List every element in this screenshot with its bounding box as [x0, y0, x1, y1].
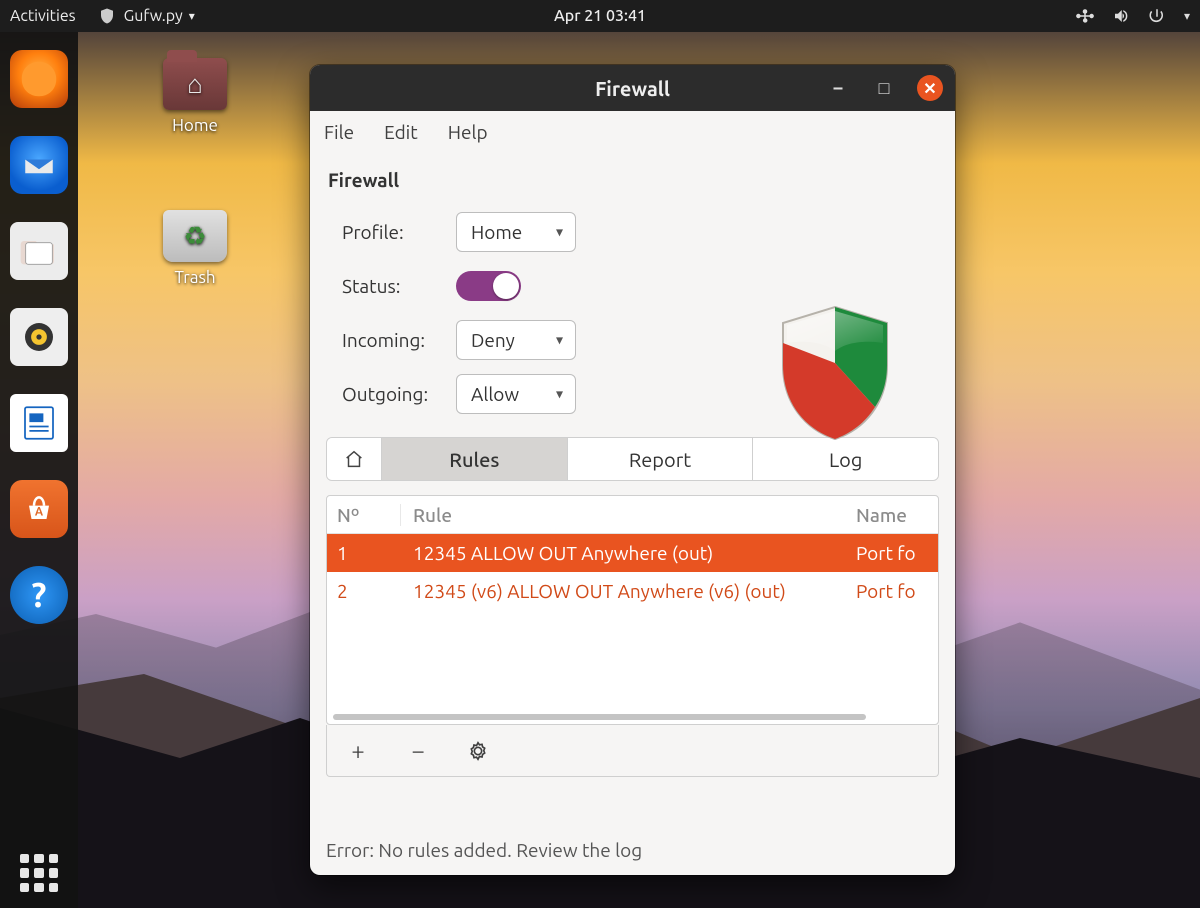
activities-button[interactable]: Activities	[10, 7, 76, 25]
window-close-button[interactable]: ✕	[917, 75, 943, 101]
desktop-trash[interactable]: ♻ Trash	[150, 210, 240, 287]
ubuntu-dock: A ?	[0, 32, 78, 908]
active-app-indicator[interactable]: Gufw.py	[98, 7, 195, 25]
horizontal-scrollbar[interactable]	[333, 714, 866, 720]
recycle-icon: ♻	[163, 210, 227, 262]
dock-help[interactable]: ?	[10, 566, 68, 624]
rules-actionbar: + −	[326, 725, 939, 777]
desktop-home[interactable]: ⌂ Home	[150, 58, 240, 135]
home-icon: ⌂	[163, 58, 227, 110]
desktop-trash-label: Trash	[150, 268, 240, 287]
cell-rule: 12345 ALLOW OUT Anywhere (out)	[401, 542, 856, 564]
rules-table: Nº Rule Name 1 12345 ALLOW OUT Anywhere …	[326, 495, 939, 725]
status-switch[interactable]	[456, 271, 521, 301]
rule-settings-button[interactable]	[465, 738, 491, 764]
dock-files[interactable]	[10, 222, 68, 280]
menu-help[interactable]: Help	[448, 121, 488, 143]
menu-edit[interactable]: Edit	[384, 121, 418, 143]
shield-small-icon	[98, 7, 116, 25]
window-titlebar[interactable]: Firewall – □ ✕	[310, 65, 955, 111]
incoming-combo[interactable]: Deny	[456, 320, 576, 360]
shield-icon	[775, 303, 895, 443]
dock-libreoffice-writer[interactable]	[10, 394, 68, 452]
dock-rhythmbox[interactable]	[10, 308, 68, 366]
col-no[interactable]: Nº	[327, 504, 401, 526]
cell-no: 2	[327, 580, 401, 602]
menu-file[interactable]: File	[324, 121, 354, 143]
section-heading: Firewall	[328, 169, 937, 191]
gnome-top-bar: Activities Gufw.py Apr 21 03:41 ▾	[0, 0, 1200, 32]
cell-rule: 12345 (v6) ALLOW OUT Anywhere (v6) (out)	[401, 580, 856, 602]
outgoing-label: Outgoing:	[326, 383, 456, 405]
window-title: Firewall	[595, 77, 670, 100]
firewall-window: Firewall – □ ✕ File Edit Help Firewall P…	[310, 65, 955, 875]
tab-report[interactable]: Report	[567, 438, 753, 480]
dock-thunderbird[interactable]	[10, 136, 68, 194]
window-minimize-button[interactable]: –	[825, 75, 851, 101]
clock[interactable]: Apr 21 03:41	[554, 7, 646, 25]
add-rule-button[interactable]: +	[345, 738, 371, 764]
menubar: File Edit Help	[310, 111, 955, 153]
cell-name: Port fo	[856, 542, 938, 564]
gear-icon	[467, 740, 489, 762]
dock-ubuntu-software[interactable]: A	[10, 480, 68, 538]
table-row[interactable]: 1 12345 ALLOW OUT Anywhere (out) Port fo	[327, 534, 938, 572]
tab-rules[interactable]: Rules	[381, 438, 567, 480]
table-header: Nº Rule Name	[327, 496, 938, 534]
show-applications-button[interactable]	[20, 854, 58, 892]
tab-log[interactable]: Log	[752, 438, 938, 480]
tray-chevron-icon[interactable]: ▾	[1184, 9, 1190, 23]
status-label: Status:	[326, 275, 456, 297]
power-icon[interactable]	[1148, 7, 1166, 25]
desktop-home-label: Home	[150, 116, 240, 135]
cell-name: Port fo	[856, 580, 938, 602]
window-maximize-button[interactable]: □	[871, 75, 897, 101]
outgoing-combo[interactable]: Allow	[456, 374, 576, 414]
incoming-label: Incoming:	[326, 329, 456, 351]
remove-rule-button[interactable]: −	[405, 738, 431, 764]
volume-icon[interactable]	[1112, 7, 1130, 25]
app-name-label: Gufw.py	[124, 7, 195, 25]
network-icon[interactable]	[1076, 7, 1094, 25]
home-icon	[343, 448, 365, 470]
cell-no: 1	[327, 542, 401, 564]
status-line: Error: No rules added. Review the log	[310, 821, 955, 875]
dock-firefox[interactable]	[10, 50, 68, 108]
tab-home[interactable]	[327, 438, 381, 480]
tabs: Rules Report Log	[326, 437, 939, 481]
col-rule[interactable]: Rule	[401, 504, 856, 526]
system-tray: ▾	[1076, 7, 1190, 25]
table-row[interactable]: 2 12345 (v6) ALLOW OUT Anywhere (v6) (ou…	[327, 572, 938, 610]
profile-combo[interactable]: Home	[456, 212, 576, 252]
profile-label: Profile:	[326, 221, 456, 243]
svg-text:A: A	[35, 506, 44, 519]
col-name[interactable]: Name	[856, 504, 938, 526]
